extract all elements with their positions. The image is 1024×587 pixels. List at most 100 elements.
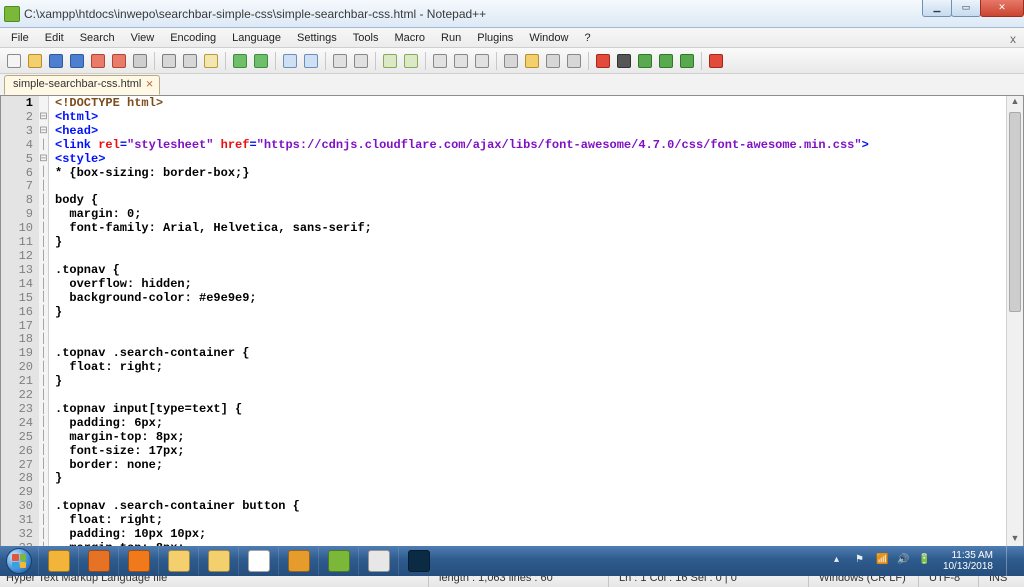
open-button[interactable] [26, 52, 44, 70]
menu-help[interactable]: ? [577, 30, 597, 46]
explorer-task-button[interactable] [158, 547, 198, 575]
code-line: .topnav input[type=text] { [55, 403, 1006, 417]
menu-tools[interactable]: Tools [346, 30, 386, 46]
toolbar-separator [425, 52, 426, 70]
funclist-button[interactable] [544, 52, 562, 70]
scroll-up-arrow-icon[interactable]: ▲ [1007, 96, 1023, 112]
maximize-button[interactable]: ▭ [951, 0, 981, 17]
spellcheck-button[interactable] [707, 52, 725, 70]
saveall-button[interactable] [68, 52, 86, 70]
zoomin-button[interactable] [331, 52, 349, 70]
tray-network-icon[interactable]: 📶 [876, 554, 890, 568]
minimize-button[interactable]: ▁ [922, 0, 952, 17]
code-line [55, 250, 1006, 264]
tray-volume-icon[interactable]: 🔊 [897, 554, 911, 568]
docmap-button[interactable] [565, 52, 583, 70]
windows-logo-icon [6, 548, 32, 574]
copy-button[interactable] [181, 52, 199, 70]
langpick-button[interactable] [502, 52, 520, 70]
print-button[interactable] [131, 52, 149, 70]
code-line: <!DOCTYPE html> [55, 97, 1006, 111]
docmap-icon [567, 54, 581, 68]
paint-task-button[interactable] [358, 547, 398, 575]
line-number-gutter: 1234567891011121314151617181920212223242… [1, 96, 39, 549]
menu-edit[interactable]: Edit [38, 30, 71, 46]
tray-battery-icon[interactable]: 🔋 [918, 554, 932, 568]
cut-button[interactable] [160, 52, 178, 70]
system-tray: ▴ ⚑ 📶 🔊 🔋 11:35 AM 10/13/2018 [834, 546, 1024, 576]
code-line [55, 389, 1006, 403]
close-button[interactable] [89, 52, 107, 70]
wrap-button[interactable] [431, 52, 449, 70]
new-icon [7, 54, 21, 68]
menu-macro[interactable]: Macro [387, 30, 432, 46]
menu-settings[interactable]: Settings [290, 30, 344, 46]
taskbar-clock[interactable]: 11:35 AM 10/13/2018 [939, 550, 993, 572]
chrome-task-button[interactable] [238, 547, 278, 575]
replace-button[interactable] [302, 52, 320, 70]
code-line: margin-top: 8px; [55, 431, 1006, 445]
menu-language[interactable]: Language [225, 30, 288, 46]
winamp-task-button[interactable] [38, 547, 78, 575]
sync-v-button[interactable] [381, 52, 399, 70]
allchars-button[interactable] [452, 52, 470, 70]
npp-icon [328, 550, 350, 572]
menu-run[interactable]: Run [434, 30, 468, 46]
indent-button[interactable] [473, 52, 491, 70]
playmulti-button[interactable] [657, 52, 675, 70]
menu-encoding[interactable]: Encoding [163, 30, 223, 46]
closeall-button[interactable] [110, 52, 128, 70]
code-line [55, 320, 1006, 334]
start-button[interactable] [0, 546, 38, 576]
code-line: border: none; [55, 459, 1006, 473]
redo-button[interactable] [252, 52, 270, 70]
menu-plugins[interactable]: Plugins [470, 30, 520, 46]
code-line: <head> [55, 125, 1006, 139]
new-button[interactable] [5, 52, 23, 70]
ps-task-button[interactable] [398, 547, 438, 575]
vertical-scrollbar[interactable]: ▲ ▼ [1006, 96, 1023, 549]
undo-button[interactable] [231, 52, 249, 70]
firefox-task-button[interactable] [78, 547, 118, 575]
secondary-close-icon[interactable]: x [1006, 32, 1020, 46]
window-close-button[interactable]: ✕ [980, 0, 1024, 17]
vscroll-thumb[interactable] [1009, 112, 1021, 312]
stop-button[interactable] [615, 52, 633, 70]
code-line: } [55, 236, 1006, 250]
play-button[interactable] [636, 52, 654, 70]
code-line: margin: 0; [55, 208, 1006, 222]
document-tab[interactable]: simple-searchbar-css.html ⨯ [4, 75, 160, 95]
save-button[interactable] [47, 52, 65, 70]
record-button[interactable] [594, 52, 612, 70]
toolbar-separator [325, 52, 326, 70]
firefox-icon [88, 550, 110, 572]
paste-button[interactable] [202, 52, 220, 70]
tab-close-icon[interactable]: ⨯ [145, 79, 155, 89]
print-icon [133, 54, 147, 68]
windows-taskbar: ▴ ⚑ 📶 🔊 🔋 11:35 AM 10/13/2018 [0, 546, 1024, 576]
code-line: .topnav .search-container { [55, 347, 1006, 361]
show-desktop-button[interactable] [1006, 546, 1016, 576]
sync-h-button[interactable] [402, 52, 420, 70]
code-editor[interactable]: <!DOCTYPE html><html><head><link rel="st… [49, 96, 1006, 549]
npp-task-button[interactable] [318, 547, 358, 575]
folderview-button[interactable] [523, 52, 541, 70]
code-line: <link rel="stylesheet" href="https://cdn… [55, 139, 1006, 153]
menu-window[interactable]: Window [522, 30, 575, 46]
explorer2-task-button[interactable] [198, 547, 238, 575]
tray-flag-icon[interactable]: ⚑ [855, 554, 869, 568]
menu-view[interactable]: View [124, 30, 162, 46]
vlc-task-button[interactable] [118, 547, 158, 575]
find-button[interactable] [281, 52, 299, 70]
sublime-task-button[interactable] [278, 547, 318, 575]
editor-area: 1234567891011121314151617181920212223242… [0, 96, 1024, 550]
menu-file[interactable]: File [4, 30, 36, 46]
paint-icon [368, 550, 390, 572]
menu-search[interactable]: Search [73, 30, 122, 46]
cut-icon [162, 54, 176, 68]
tray-chevron-icon[interactable]: ▴ [834, 554, 848, 568]
zoomout-button[interactable] [352, 52, 370, 70]
savemacro-button[interactable] [678, 52, 696, 70]
wrap-icon [433, 54, 447, 68]
toolbar-separator [154, 52, 155, 70]
